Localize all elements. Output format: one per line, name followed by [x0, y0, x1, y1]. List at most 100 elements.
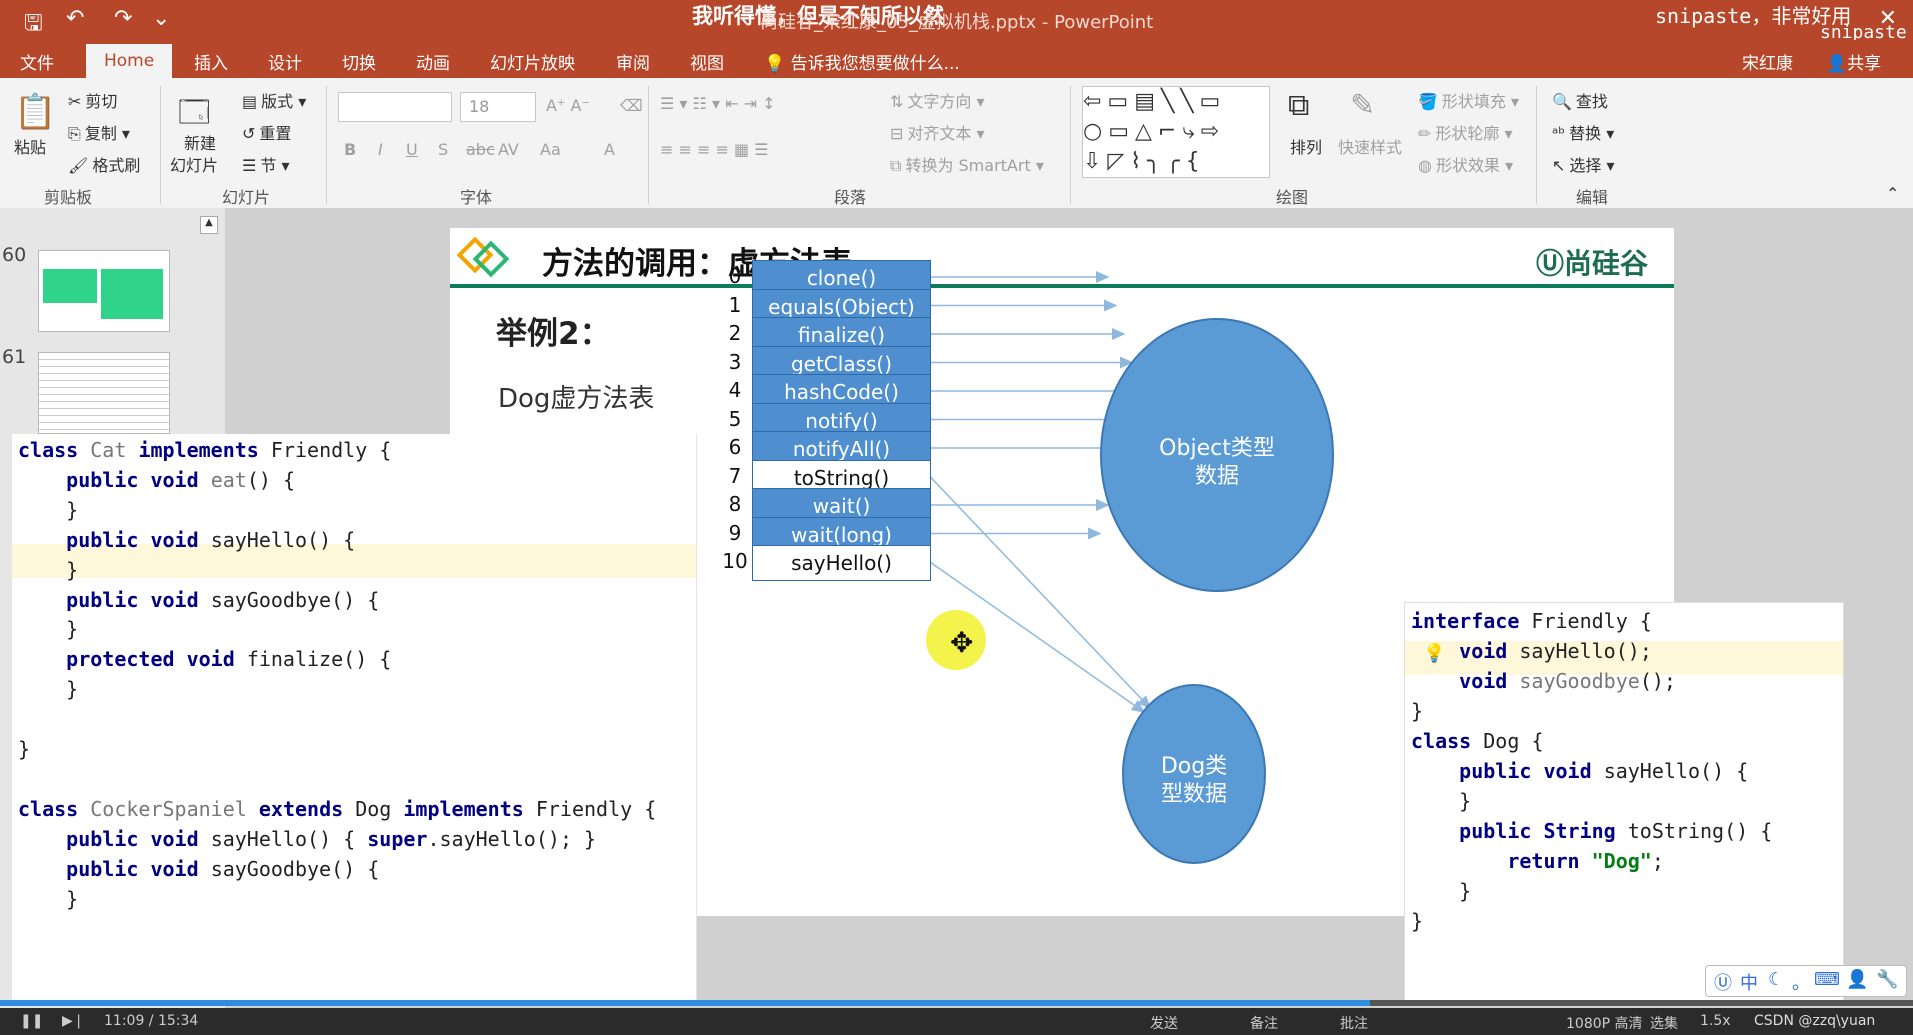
cursor-icon: ↖ [1552, 156, 1566, 175]
tab-insert[interactable]: 插入 [194, 49, 228, 74]
format-painter-button[interactable]: 🖌 格式刷 [68, 152, 140, 176]
tab-review[interactable]: 审阅 [616, 49, 650, 74]
pause-icon[interactable]: ❚❚ [20, 1013, 43, 1029]
italic-button[interactable]: I [378, 140, 383, 159]
vtable-row: sayHello() [752, 545, 931, 581]
grow-font-icon[interactable]: A⁺ A⁻ [546, 96, 590, 115]
quality-button[interactable]: 1080P 高清 [1566, 1013, 1643, 1033]
smartart-button[interactable]: ⧉ 转换为 SmartArt ▾ [890, 152, 1044, 176]
change-case-button[interactable]: Aa [540, 140, 561, 159]
close-icon[interactable]: ✕ [1879, 6, 1897, 31]
bullets-icon[interactable]: ☰ ▾ ☷ ▾ ⇤ ⇥ ↕ [660, 94, 775, 113]
speed-button[interactable]: 1.5x [1700, 1013, 1731, 1029]
code-line: public void sayHello() { [1459, 759, 1749, 783]
shadow-button[interactable]: S [438, 140, 448, 159]
tab-slideshow[interactable]: 幻灯片放映 [490, 49, 575, 74]
comments-button[interactable]: 批注 [1340, 1013, 1368, 1033]
layout-button[interactable]: ▤ 版式 ▾ [242, 88, 306, 112]
save-icon[interactable]: 🖫 [24, 6, 43, 44]
tab-transitions[interactable]: 切换 [342, 49, 376, 74]
ribbon: 📋 粘贴 ✂ 剪切 ⎘ 复制 ▾ 🖌 格式刷 剪贴板 🗔 新建 幻灯片 ▤ 版式 ▾ ↺… [0, 78, 1913, 209]
slide-thumbnail-61[interactable] [38, 352, 170, 434]
playback-time: 11:09 / 15:34 [104, 1013, 199, 1029]
vtable-index: 1 [728, 292, 742, 317]
new-slide-button-2[interactable]: 幻灯片 [170, 152, 218, 176]
video-progress-bar[interactable] [0, 1000, 1913, 1006]
ime-toolbar[interactable]: Ⓤ 中 ☾ 。 ⌨ 👤 🔧 [1705, 965, 1907, 997]
notes-button[interactable]: 备注 [1250, 1013, 1278, 1033]
reset-button[interactable]: ↺ 重置 [242, 120, 291, 144]
code-line: public void sayGoodbye() { [66, 587, 380, 612]
divider [160, 86, 161, 204]
smartart-icon: ⧉ [890, 156, 902, 175]
share-button[interactable]: 👤共享 [1826, 49, 1881, 74]
font-group-label: 字体 [460, 188, 493, 207]
tab-animations[interactable]: 动画 [416, 49, 450, 74]
code-line: } [66, 677, 79, 702]
section-button[interactable]: ☰ 节 ▾ [242, 152, 289, 176]
strikethrough-button[interactable]: abc [466, 140, 495, 159]
wrench-icon[interactable]: 🔧 [1876, 969, 1898, 990]
scroll-up-arrow[interactable]: ▲ [200, 216, 218, 234]
customize-qa-icon[interactable]: ⌄ [152, 6, 170, 31]
align-text-button[interactable]: ⊟ 对齐文本 ▾ [890, 120, 985, 144]
collapse-ribbon-icon[interactable]: ⌃ [1886, 184, 1899, 203]
shape-fill-button[interactable]: 🪣 形状填充 ▾ [1418, 88, 1519, 112]
tab-design[interactable]: 设计 [268, 49, 302, 74]
paste-button[interactable]: 粘贴 [14, 134, 46, 158]
shapes-gallery[interactable]: ⇦▭▤╲╲▭ ○▭△⌐⤷⇨ ⇩◸⌇╮╭{ [1082, 86, 1270, 178]
quick-styles-icon[interactable]: ✎ [1350, 88, 1375, 123]
player-controls: ❚❚ ▶❘ 11:09 / 15:34 发送 备注 批注 1080P 高清 选集… [0, 1008, 1913, 1035]
lightbulb-icon: 💡 [764, 54, 786, 74]
paint-bucket-icon: 🪣 [1418, 92, 1438, 111]
tab-file[interactable]: 文件 [20, 49, 54, 74]
clear-format-icon[interactable]: ⌫ [620, 96, 643, 115]
code-line: public String toString() { [1459, 819, 1773, 843]
code-line: public void sayHello() { [66, 527, 356, 552]
replace-button[interactable]: ᵃᵇ 替换 ▾ [1552, 120, 1614, 144]
undo-icon[interactable]: ↶ [66, 6, 84, 31]
arrange-icon[interactable]: ⧉ [1288, 88, 1309, 123]
font-family-input[interactable] [338, 92, 452, 122]
ime-punct[interactable]: 。 [1792, 969, 1810, 995]
person-icon[interactable]: 👤 [1846, 969, 1868, 990]
font-size-input[interactable]: 18 [460, 92, 536, 122]
tell-me-search[interactable]: 💡 告诉我您想要做什么... [764, 49, 960, 74]
keyboard-icon[interactable]: ⌨ [1814, 969, 1840, 990]
editing-group-label: 编辑 [1576, 188, 1609, 207]
redo-icon[interactable]: ↷ [114, 6, 132, 31]
ime-lang[interactable]: 中 [1740, 969, 1758, 995]
slide-thumbnail-60[interactable] [38, 250, 170, 332]
code-panel-cat[interactable]: class Cat implements Friendly { public v… [12, 434, 697, 1006]
find-button[interactable]: 🔍 查找 [1552, 88, 1608, 112]
tab-home[interactable]: Home [86, 44, 173, 78]
shape-outline-button[interactable]: ✏ 形状轮廓 ▾ [1418, 120, 1513, 144]
paste-icon[interactable]: 📋 [14, 92, 56, 132]
dog-type-data-ellipse: Dog类 型数据 [1122, 684, 1266, 864]
select-button[interactable]: ↖ 选择 ▾ [1552, 152, 1615, 176]
align-icon[interactable]: ≡ ≡ ≡ ≡ ▦ ☰ [660, 140, 769, 159]
cursor-icon: ✥ [950, 626, 974, 659]
code-panel-friendly-dog[interactable]: 💡 interface Friendly { void sayHello(); … [1404, 602, 1844, 1002]
new-slide-button[interactable]: 新建 [184, 130, 216, 154]
episodes-button[interactable]: 选集 [1650, 1013, 1678, 1033]
cut-button[interactable]: ✂ 剪切 [68, 88, 117, 112]
arrange-button[interactable]: 排列 [1290, 134, 1322, 158]
tab-view[interactable]: 视图 [690, 49, 724, 74]
font-color-button[interactable]: A [604, 140, 615, 159]
text-direction-icon: ⇅ [890, 92, 904, 111]
underline-button[interactable]: U [406, 140, 418, 159]
text-direction-button[interactable]: ⇅ 文字方向 ▾ [890, 88, 985, 112]
reset-icon: ↺ [242, 124, 256, 143]
quick-styles-button[interactable]: 快速样式 [1338, 134, 1402, 158]
ime-moon-icon[interactable]: ☾ [1768, 969, 1784, 990]
next-icon[interactable]: ▶❘ [62, 1013, 85, 1029]
clipboard-group-label: 剪贴板 [44, 188, 93, 207]
bold-button[interactable]: B [344, 140, 356, 159]
vtable-index: 2 [728, 321, 742, 345]
section-icon: ☰ [242, 156, 257, 175]
shape-effect-button[interactable]: ◍ 形状效果 ▾ [1418, 152, 1513, 176]
copy-button[interactable]: ⎘ 复制 ▾ [68, 120, 130, 144]
char-spacing-button[interactable]: AV [498, 140, 519, 159]
send-button[interactable]: 发送 [1150, 1013, 1178, 1033]
